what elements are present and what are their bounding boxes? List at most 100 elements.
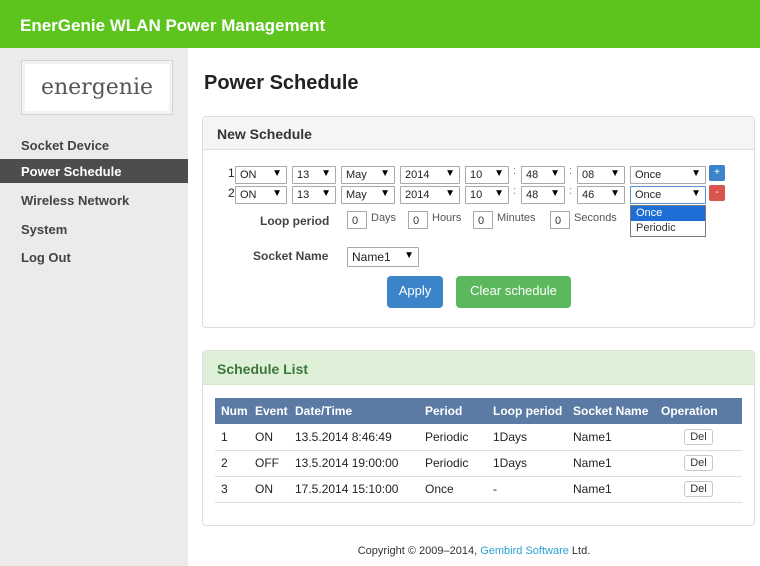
- cell-period: Periodic: [419, 450, 487, 477]
- minute-select[interactable]: 48 ▼: [521, 186, 565, 204]
- year-select[interactable]: 2014 ▼: [400, 186, 460, 204]
- event-select[interactable]: ON ▼: [235, 186, 287, 204]
- loop-seconds-input[interactable]: 0: [550, 211, 570, 229]
- sidebar-item-label: Socket Device: [21, 138, 110, 153]
- sidebar-item-power-schedule[interactable]: Power Schedule: [0, 159, 188, 183]
- cell-event: ON: [249, 476, 289, 503]
- event-select[interactable]: ON ▼: [235, 166, 287, 184]
- cell-event: OFF: [249, 450, 289, 477]
- table-row: 1 ON 13.5.2014 8:46:49 Periodic 1Days Na…: [215, 424, 742, 451]
- cell-event: ON: [249, 424, 289, 451]
- chevron-down-icon: ▼: [494, 188, 504, 199]
- app-title: EnerGenie WLAN Power Management: [20, 16, 326, 35]
- minutes-unit-label: Minutes: [497, 212, 536, 224]
- chevron-down-icon: ▼: [404, 250, 414, 261]
- sidebar-item-log-out[interactable]: Log Out: [0, 245, 188, 269]
- period-option-once[interactable]: Once: [631, 206, 705, 221]
- year-select[interactable]: 2014 ▼: [400, 166, 460, 184]
- period-value: Once: [635, 189, 662, 201]
- day-value: 13: [297, 169, 310, 181]
- energenie-logo: energenie: [21, 60, 173, 115]
- hour-select[interactable]: 10 ▼: [465, 166, 509, 184]
- chevron-down-icon: ▼: [691, 188, 701, 199]
- column-header: Period: [419, 398, 487, 424]
- hour-value: 10: [470, 189, 483, 201]
- cell-socket-name: Name1: [567, 450, 655, 477]
- table-row: 2 OFF 13.5.2014 19:00:00 Periodic 1Days …: [215, 450, 742, 477]
- month-select[interactable]: May ▼: [341, 186, 395, 204]
- apply-button[interactable]: Apply: [387, 276, 443, 308]
- minus-icon: -: [715, 187, 719, 198]
- seconds-unit-label: Seconds: [574, 212, 617, 224]
- delete-button[interactable]: Del: [684, 428, 713, 445]
- remove-row-button[interactable]: -: [709, 185, 725, 201]
- period-select[interactable]: Once ▼: [630, 166, 706, 184]
- clear-label: Clear schedule: [470, 283, 557, 298]
- sidebar: energenie: [0, 48, 188, 566]
- app-header: EnerGenie WLAN Power Management: [0, 0, 760, 48]
- gembird-link[interactable]: Gembird Software: [480, 545, 569, 557]
- hours-unit-label: Hours: [432, 212, 462, 224]
- chevron-down-icon: ▼: [445, 188, 455, 199]
- time-separator: :: [569, 165, 573, 177]
- cell-operation: Del: [655, 476, 742, 503]
- day-select[interactable]: 13 ▼: [292, 186, 336, 204]
- period-option-periodic[interactable]: Periodic: [631, 221, 705, 236]
- sidebar-item-label: Log Out: [21, 250, 71, 265]
- hour-select[interactable]: 10 ▼: [465, 186, 509, 204]
- sidebar-item-socket-device[interactable]: Socket Device: [0, 133, 188, 157]
- schedule-table: Num Event Date/Time Period Loop period S…: [215, 398, 742, 503]
- year-value: 2014: [405, 169, 430, 181]
- logo-text: energenie: [40, 75, 154, 100]
- hour-value: 10: [470, 169, 483, 181]
- schedule-row-number: 1: [228, 166, 235, 180]
- table-header-row: Num Event Date/Time Period Loop period S…: [215, 398, 742, 424]
- day-select[interactable]: 13 ▼: [292, 166, 336, 184]
- copyright-text: Copyright © 2009–2014,: [357, 545, 481, 557]
- delete-button[interactable]: Del: [684, 455, 713, 471]
- loop-period-label: Loop period: [260, 214, 330, 228]
- chevron-down-icon: ▼: [380, 188, 390, 199]
- minute-value: 48: [526, 189, 539, 201]
- chevron-down-icon: ▼: [550, 168, 560, 179]
- second-select[interactable]: 08 ▼: [577, 166, 625, 184]
- chevron-down-icon: ▼: [445, 168, 455, 179]
- period-select[interactable]: Once ▼: [630, 186, 706, 204]
- minute-select[interactable]: 48 ▼: [521, 166, 565, 184]
- clear-schedule-button[interactable]: Clear schedule: [456, 276, 571, 308]
- chevron-down-icon: ▼: [272, 188, 282, 199]
- chevron-down-icon: ▼: [380, 168, 390, 179]
- second-select[interactable]: 46 ▼: [577, 186, 625, 204]
- socket-name-label: Socket Name: [253, 249, 329, 263]
- new-schedule-heading: New Schedule: [203, 117, 754, 150]
- cell-loop-period: 1Days: [487, 450, 567, 477]
- sidebar-item-label: Wireless Network: [21, 193, 130, 208]
- second-value: 08: [582, 169, 595, 181]
- sidebar-item-wireless-network[interactable]: Wireless Network: [0, 188, 188, 212]
- sidebar-item-label: Power Schedule: [21, 164, 122, 179]
- column-header: Event: [249, 398, 289, 424]
- socket-name-select[interactable]: Name1 ▼: [347, 247, 419, 267]
- add-row-button[interactable]: +: [709, 165, 725, 181]
- loop-minutes-input[interactable]: 0: [473, 211, 493, 229]
- loop-days-input[interactable]: 0: [347, 211, 367, 229]
- year-value: 2014: [405, 189, 430, 201]
- month-value: May: [346, 169, 367, 181]
- schedule-row-number: 2: [228, 186, 235, 200]
- cell-datetime: 13.5.2014 19:00:00: [289, 450, 419, 477]
- cell-num: 1: [215, 424, 249, 451]
- cell-datetime: 17.5.2014 15:10:00: [289, 476, 419, 503]
- chevron-down-icon: ▼: [321, 188, 331, 199]
- cell-period: Periodic: [419, 424, 487, 451]
- period-dropdown-list: Once Periodic: [630, 205, 706, 237]
- delete-button[interactable]: Del: [684, 481, 713, 497]
- month-select[interactable]: May ▼: [341, 166, 395, 184]
- sidebar-item-system[interactable]: System: [0, 217, 188, 241]
- cell-loop-period: 1Days: [487, 424, 567, 451]
- time-separator: :: [569, 185, 573, 197]
- column-header: Loop period: [487, 398, 567, 424]
- event-value: ON: [240, 189, 257, 201]
- apply-label: Apply: [398, 283, 432, 298]
- chevron-down-icon: ▼: [610, 168, 620, 179]
- loop-hours-input[interactable]: 0: [408, 211, 428, 229]
